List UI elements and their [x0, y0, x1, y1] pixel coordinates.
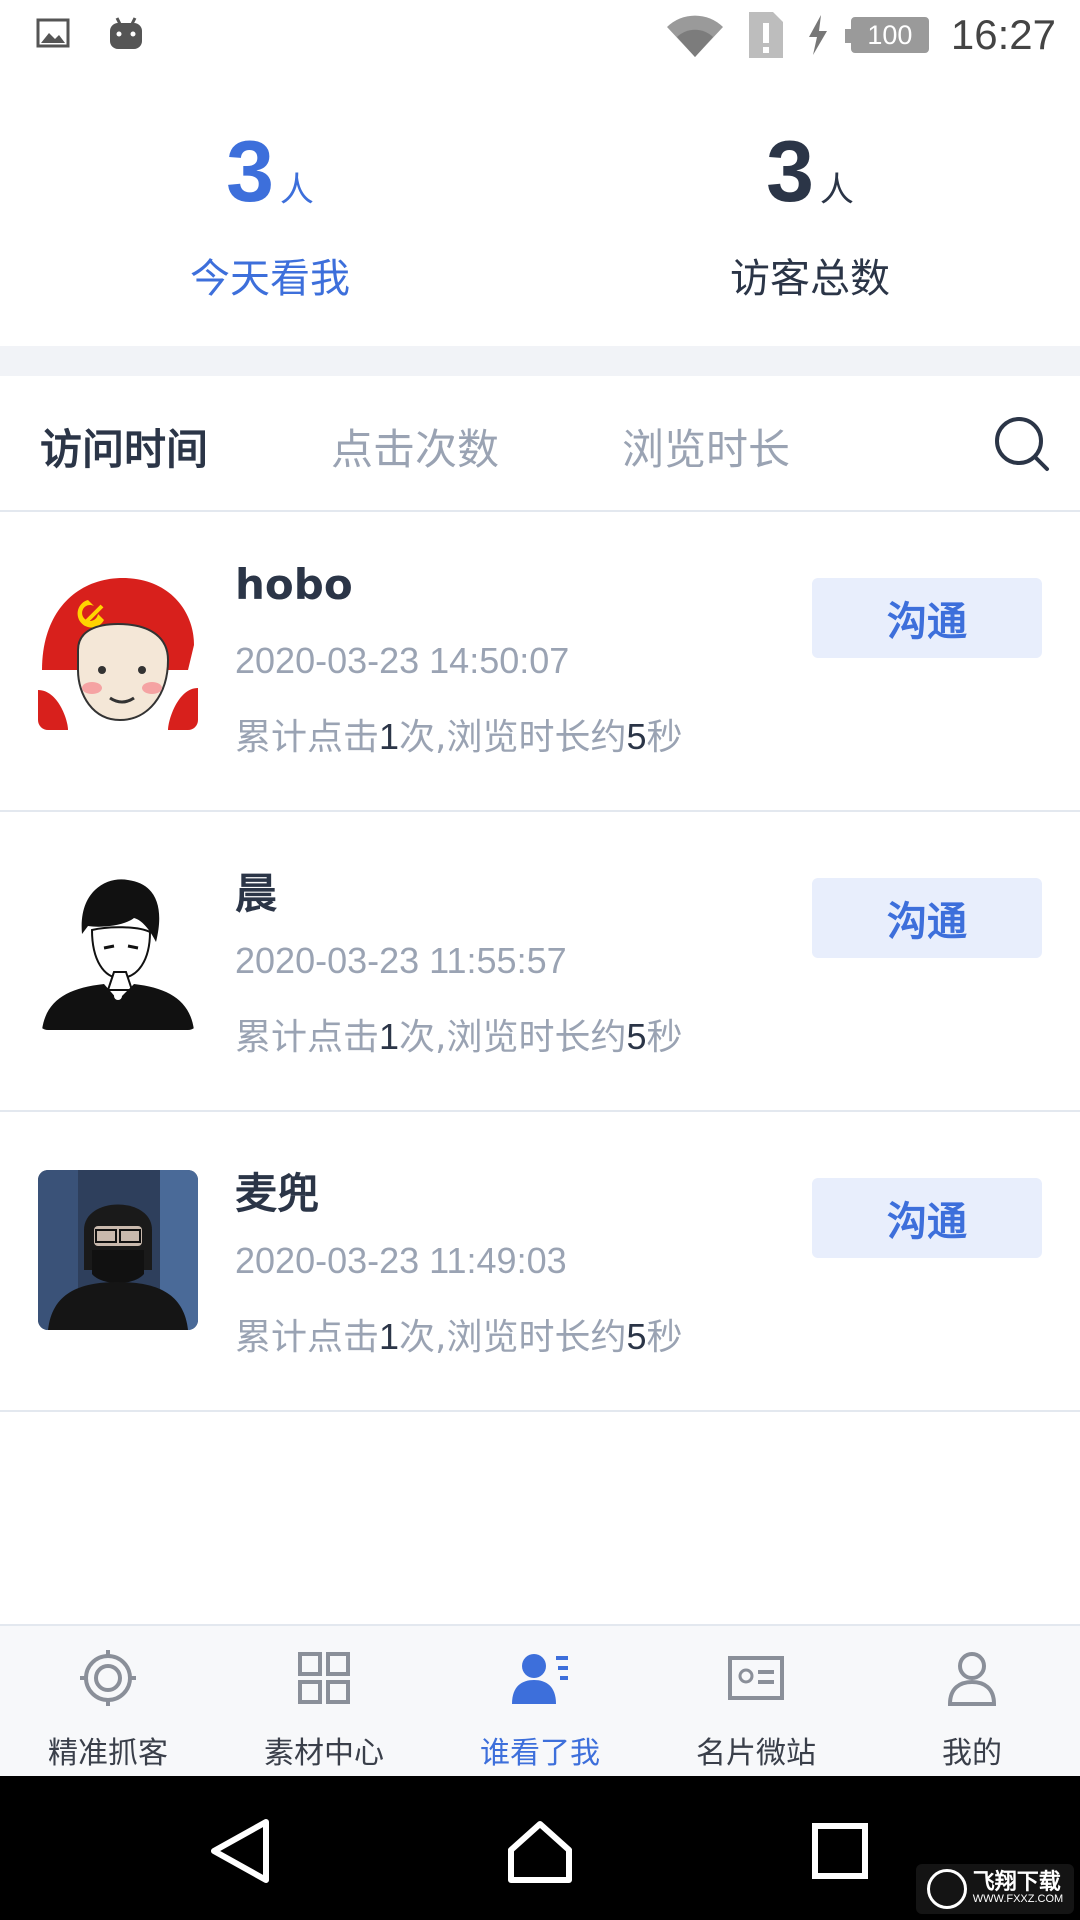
stat-today[interactable]: 3 人 今天看我 — [0, 72, 540, 346]
wifi-icon — [666, 15, 723, 57]
visit-summary: 累计点击1次,浏览时长约5秒 — [235, 1316, 683, 1358]
contact-button[interactable]: 沟通 — [812, 578, 1042, 658]
visit-time: 2020-03-23 11:55:57 — [235, 940, 567, 981]
visit-time: 2020-03-23 11:49:03 — [235, 1240, 567, 1281]
stat-total-value: 3 — [766, 124, 814, 220]
search-icon[interactable] — [992, 414, 1052, 474]
status-bar: 100 16:27 — [0, 0, 1080, 72]
watermark-text: 飞翔下载 — [972, 1870, 1061, 1895]
stat-total-label: 访客总数 — [730, 256, 890, 302]
image-icon — [36, 18, 70, 48]
sim-alert-icon — [748, 12, 783, 58]
avatar — [38, 1170, 198, 1330]
nav-mine[interactable]: 我的 — [864, 1626, 1080, 1776]
nav-who-viewed-me[interactable]: 谁看了我 — [432, 1626, 648, 1776]
sort-tabs: 访问时间 点击次数 浏览时长 — [0, 376, 1080, 512]
stat-total-unit: 人 — [819, 170, 854, 210]
tab-visit-time[interactable]: 访问时间 — [40, 416, 208, 477]
system-navigation-bar: 飞翔下载 WWW.FXXZ.COM — [0, 1776, 1080, 1920]
battery-level: 100 — [867, 19, 913, 50]
visitor-row[interactable]: hobo 2020-03-23 14:50:07 累计点击1次,浏览时长约5秒 … — [0, 512, 1080, 812]
nav-label: 名片微站 — [696, 1736, 816, 1771]
recents-icon[interactable] — [805, 1816, 875, 1886]
visit-time: 2020-03-23 14:50:07 — [235, 640, 570, 681]
watermark-url: WWW.FXXZ.COM — [972, 1893, 1064, 1905]
nav-label: 精准抓客 — [48, 1736, 168, 1771]
visitors-icon — [512, 1654, 568, 1704]
visitor-stats: 3 人 今天看我 3 人 访客总数 — [0, 72, 1080, 346]
visitor-name: 晨 — [235, 869, 278, 918]
stat-today-unit: 人 — [279, 170, 314, 210]
section-divider — [0, 346, 1080, 376]
target-icon — [80, 1650, 136, 1706]
visit-summary: 累计点击1次,浏览时长约5秒 — [235, 1016, 683, 1058]
nav-label: 谁看了我 — [480, 1736, 600, 1771]
stat-today-value: 3 — [226, 124, 274, 220]
stat-today-label: 今天看我 — [190, 256, 350, 302]
bottom-tab-bar: 精准抓客 素材中心 谁看了我 名片微站 我的 — [0, 1624, 1080, 1776]
visitor-row[interactable]: 晨 2020-03-23 11:55:57 累计点击1次,浏览时长约5秒 沟通 — [0, 812, 1080, 1112]
contact-button[interactable]: 沟通 — [812, 878, 1042, 958]
battery-icon: 100 — [844, 17, 929, 53]
stat-total[interactable]: 3 人 访客总数 — [540, 72, 1080, 346]
back-icon[interactable] — [206, 1816, 276, 1886]
nav-label: 素材中心 — [264, 1736, 384, 1771]
clock: 16:27 — [950, 11, 1056, 58]
nav-precise-leads[interactable]: 精准抓客 — [0, 1626, 216, 1776]
grid-icon — [298, 1652, 350, 1704]
nav-card-site[interactable]: 名片微站 — [648, 1626, 864, 1776]
visit-summary: 累计点击1次,浏览时长约5秒 — [235, 716, 683, 758]
profile-icon — [947, 1652, 997, 1706]
avatar — [38, 570, 198, 730]
visitor-name: 麦兜 — [235, 1169, 320, 1218]
watermark-icon — [926, 1869, 967, 1909]
tab-click-count[interactable]: 点击次数 — [331, 416, 499, 477]
tab-browse-duration[interactable]: 浏览时长 — [622, 416, 790, 477]
watermark-logo: 飞翔下载 WWW.FXXZ.COM — [916, 1864, 1074, 1914]
charging-icon — [808, 15, 827, 55]
home-icon[interactable] — [505, 1816, 575, 1886]
visitor-name: hobo — [235, 560, 353, 609]
contact-button[interactable]: 沟通 — [812, 1178, 1042, 1258]
avatar — [38, 870, 198, 1030]
visitor-row[interactable]: 麦兜 2020-03-23 11:49:03 累计点击1次,浏览时长约5秒 沟通 — [0, 1112, 1080, 1412]
card-icon — [728, 1656, 784, 1700]
nav-material-center[interactable]: 素材中心 — [216, 1626, 432, 1776]
android-icon — [110, 17, 142, 49]
nav-label: 我的 — [942, 1736, 1002, 1771]
